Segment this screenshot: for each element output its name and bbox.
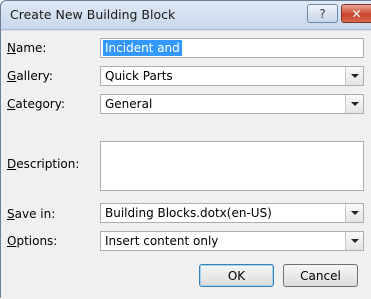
gallery-select[interactable]: Quick Parts: [100, 66, 364, 86]
category-label: Category:: [7, 97, 65, 111]
gallery-value: Quick Parts: [105, 69, 173, 83]
gallery-dropdown-button[interactable]: [345, 67, 363, 85]
category-value: General: [105, 97, 153, 111]
cancel-button-label: Cancel: [300, 268, 341, 283]
save-in-select[interactable]: Building Blocks.dotx(en-US): [100, 203, 364, 223]
dialog-title: Create New Building Block: [10, 7, 176, 22]
options-value: Insert content only: [105, 234, 219, 248]
close-button[interactable]: ✕: [341, 4, 371, 23]
save-in-dropdown-button[interactable]: [345, 204, 363, 222]
title-bar[interactable]: Create New Building Block ? ✕: [1, 1, 371, 30]
save-in-label: Save in:: [7, 207, 56, 221]
description-label: Description:: [7, 157, 80, 171]
chevron-down-icon: [350, 211, 359, 215]
chevron-down-icon: [350, 102, 359, 106]
help-button[interactable]: ?: [307, 4, 338, 23]
chevron-down-icon: [350, 239, 359, 243]
name-input[interactable]: Incident and: [100, 38, 364, 58]
category-select[interactable]: General: [100, 94, 364, 114]
category-dropdown-button[interactable]: [345, 95, 363, 113]
options-label: Options:: [7, 234, 58, 248]
ok-button-label: OK: [227, 268, 246, 283]
close-icon: ✕: [351, 6, 362, 21]
dialog-body: Name: Incident and Gallery: Quick Parts …: [1, 30, 371, 299]
ok-button[interactable]: OK: [199, 264, 274, 287]
chevron-down-icon: [350, 74, 359, 78]
save-in-value: Building Blocks.dotx(en-US): [105, 206, 272, 220]
help-icon: ?: [319, 6, 326, 21]
gallery-label: Gallery:: [7, 69, 53, 83]
cancel-button[interactable]: Cancel: [283, 264, 358, 287]
name-value: Incident and: [103, 40, 182, 56]
options-dropdown-button[interactable]: [345, 232, 363, 250]
name-label: Name:: [7, 41, 47, 55]
description-textarea[interactable]: [100, 141, 364, 191]
options-select[interactable]: Insert content only: [100, 231, 364, 251]
create-building-block-dialog: Create New Building Block ? ✕ Name: Inci…: [0, 0, 371, 299]
